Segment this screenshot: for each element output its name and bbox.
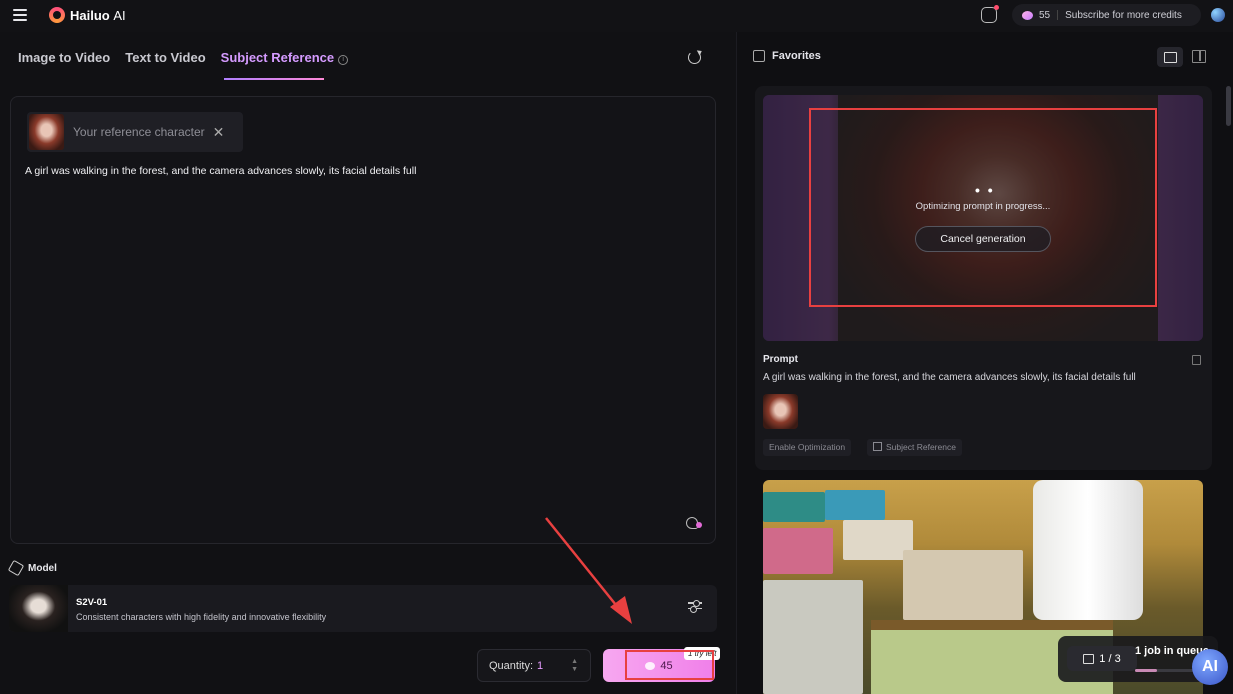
app-name: Hailuo AI <box>70 7 126 23</box>
highlight-box-generate <box>625 650 714 680</box>
model-selector[interactable]: S2V-01 Consistent characters with high f… <box>9 585 717 632</box>
assistant-badge[interactable]: AI <box>1192 649 1228 685</box>
app-logo[interactable]: Hailuo AI <box>49 7 126 23</box>
reset-icon[interactable] <box>688 51 701 64</box>
credits-count: 55 <box>1039 9 1051 21</box>
model-thumbnail <box>9 585 68 632</box>
list-view-icon[interactable] <box>1157 47 1183 67</box>
copy-icon[interactable] <box>1192 355 1201 365</box>
model-description: Consistent characters with high fidelity… <box>76 612 327 622</box>
cube-icon <box>7 559 25 577</box>
hailuo-logo-icon <box>49 7 65 23</box>
tab-subject-reference[interactable]: Subject Reference i <box>221 50 349 65</box>
settings-sliders-icon[interactable] <box>688 600 702 614</box>
info-icon[interactable]: i <box>338 55 349 65</box>
model-name: S2V-01 <box>76 597 108 608</box>
beekeeper <box>1033 480 1143 620</box>
scrollbar[interactable] <box>1226 86 1231 126</box>
tab-image-to-video[interactable]: Image to Video <box>18 50 110 65</box>
reference-character-chip[interactable]: Your reference character ✕ <box>27 112 243 152</box>
highlight-box-progress <box>809 108 1157 307</box>
mode-tabs: Image to Video Text to Video Subject Ref… <box>18 50 349 65</box>
prompt-heading: Prompt <box>763 354 798 365</box>
user-avatar[interactable] <box>1211 8 1225 22</box>
subscribe-link[interactable]: Subscribe for more credits <box>1065 10 1182 21</box>
optimization-tag: Enable Optimization <box>763 439 852 456</box>
stepper-arrows-icon[interactable]: ▲ ▼ <box>571 658 578 674</box>
tab-text-to-video[interactable]: Text to Video <box>125 50 205 65</box>
credits-pill[interactable]: 55 Subscribe for more credits <box>1012 4 1201 26</box>
model-heading: Model <box>7 559 57 577</box>
favorites-filter[interactable]: Favorites <box>753 50 821 62</box>
quantity-value: 1 <box>537 659 544 672</box>
reference-label: Your reference character <box>73 125 205 139</box>
queue-progress <box>1135 669 1195 672</box>
prompt-enhance-icon[interactable] <box>686 515 702 529</box>
gift-icon <box>1083 653 1095 664</box>
quantity-stepper[interactable]: Quantity: 1 ▲ ▼ <box>477 649 591 682</box>
active-tab-indicator <box>224 78 324 80</box>
notification-icon[interactable] <box>981 5 999 23</box>
prompt-editor[interactable]: Your reference character ✕ A girl was wa… <box>10 96 716 544</box>
top-bar: Hailuo AI 55 Subscribe for more credits <box>0 0 1233 32</box>
subject-reference-tag: Subject Reference <box>867 439 962 456</box>
generated-prompt-text: A girl was walking in the forest, and th… <box>763 372 1136 383</box>
menu-icon[interactable] <box>13 9 27 21</box>
remove-reference-icon[interactable]: ✕ <box>213 124 225 141</box>
reference-thumbnail <box>29 114 64 150</box>
queue-count: 1 / 3 <box>1099 652 1121 665</box>
prompt-text[interactable]: A girl was walking in the forest, and th… <box>25 165 416 177</box>
grid-view-icon[interactable] <box>1192 50 1206 63</box>
favorites-checkbox[interactable] <box>753 50 765 62</box>
reference-thumbnail[interactable] <box>763 394 798 429</box>
credit-gem-icon <box>1022 10 1033 20</box>
quantity-label: Quantity: <box>489 659 534 672</box>
